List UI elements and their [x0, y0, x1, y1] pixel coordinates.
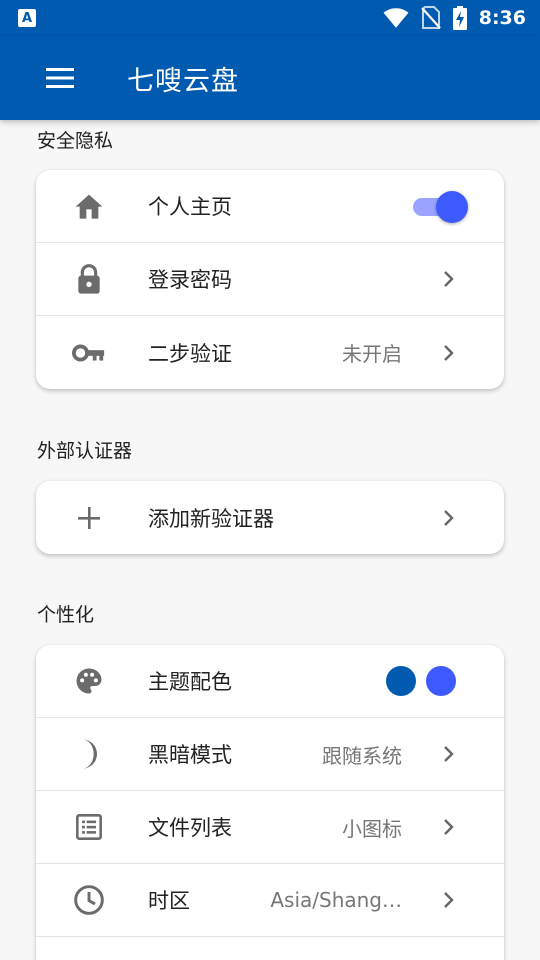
- theme-swatches: [386, 666, 456, 696]
- no-sim-icon: [420, 6, 441, 29]
- key-icon: [72, 336, 106, 370]
- personalization-card: 主题配色 黑暗模式 跟随系统 文件列表 小图标 时区 Asia/Shang…: [36, 645, 504, 960]
- menu-button[interactable]: [33, 51, 87, 105]
- row-dark-mode[interactable]: 黑暗模式 跟随系统: [36, 718, 504, 791]
- timezone-value: Asia/Shang…: [270, 888, 402, 912]
- settings-content[interactable]: 安全隐私 个人主页 登录密码 二步验证 未开启 外部认证器 添加新验证器 个性化…: [0, 120, 540, 960]
- row-partial-next[interactable]: [36, 937, 504, 960]
- chevron-right-icon: [440, 268, 458, 290]
- primary-color-swatch[interactable]: [386, 666, 416, 696]
- row-timezone[interactable]: 时区 Asia/Shang…: [36, 864, 504, 937]
- row-theme-color[interactable]: 主题配色: [36, 645, 504, 718]
- row-label: 时区: [148, 889, 190, 913]
- row-label: 文件列表: [148, 816, 232, 840]
- row-two-step-verification[interactable]: 二步验证 未开启: [36, 316, 504, 389]
- chevron-right-icon: [440, 816, 458, 838]
- section-title-authenticators: 外部认证器: [37, 440, 133, 462]
- home-icon: [72, 189, 106, 223]
- accent-color-swatch[interactable]: [426, 666, 456, 696]
- row-homepage[interactable]: 个人主页: [36, 170, 504, 243]
- row-label: 添加新验证器: [148, 506, 274, 531]
- homepage-toggle[interactable]: [410, 190, 468, 223]
- section-title-personalization: 个性化: [37, 604, 95, 626]
- authenticators-card: 添加新验证器: [36, 481, 504, 554]
- row-login-password[interactable]: 登录密码: [36, 243, 504, 316]
- row-label: 二步验证: [148, 341, 232, 366]
- clock-icon: [72, 883, 106, 917]
- row-label: 黑暗模式: [148, 743, 232, 767]
- row-label: 个人主页: [148, 195, 232, 219]
- lock-icon: [72, 262, 106, 296]
- wifi-icon: [383, 8, 409, 28]
- row-add-authenticator[interactable]: 添加新验证器: [36, 481, 504, 554]
- row-file-list[interactable]: 文件列表 小图标: [36, 791, 504, 864]
- row-label: 主题配色: [148, 670, 232, 694]
- chevron-right-icon: [440, 507, 458, 529]
- app-title: 七嗖云盘: [127, 65, 239, 97]
- palette-icon: [72, 664, 106, 698]
- hamburger-menu-icon: [46, 68, 74, 88]
- app-bar: 七嗖云盘: [0, 36, 540, 120]
- chevron-right-icon: [440, 889, 458, 911]
- status-bar: A 8:36: [0, 0, 540, 36]
- two-step-status-value: 未开启: [342, 342, 402, 366]
- file-list-value: 小图标: [342, 816, 402, 841]
- dark-mode-value: 跟随系统: [322, 743, 402, 768]
- section-title-privacy: 安全隐私: [37, 130, 114, 152]
- privacy-card: 个人主页 登录密码 二步验证 未开启: [36, 170, 504, 389]
- row-label: 登录密码: [148, 268, 232, 292]
- status-time: 8:36: [478, 7, 526, 29]
- chevron-right-icon: [440, 743, 458, 765]
- list-icon: [72, 810, 106, 844]
- notification-app-icon: A: [18, 9, 36, 27]
- toggle-thumb: [436, 191, 468, 223]
- moon-icon: [72, 737, 106, 771]
- plus-icon: [72, 501, 106, 535]
- battery-charging-icon: [452, 6, 467, 30]
- chevron-right-icon: [440, 342, 458, 364]
